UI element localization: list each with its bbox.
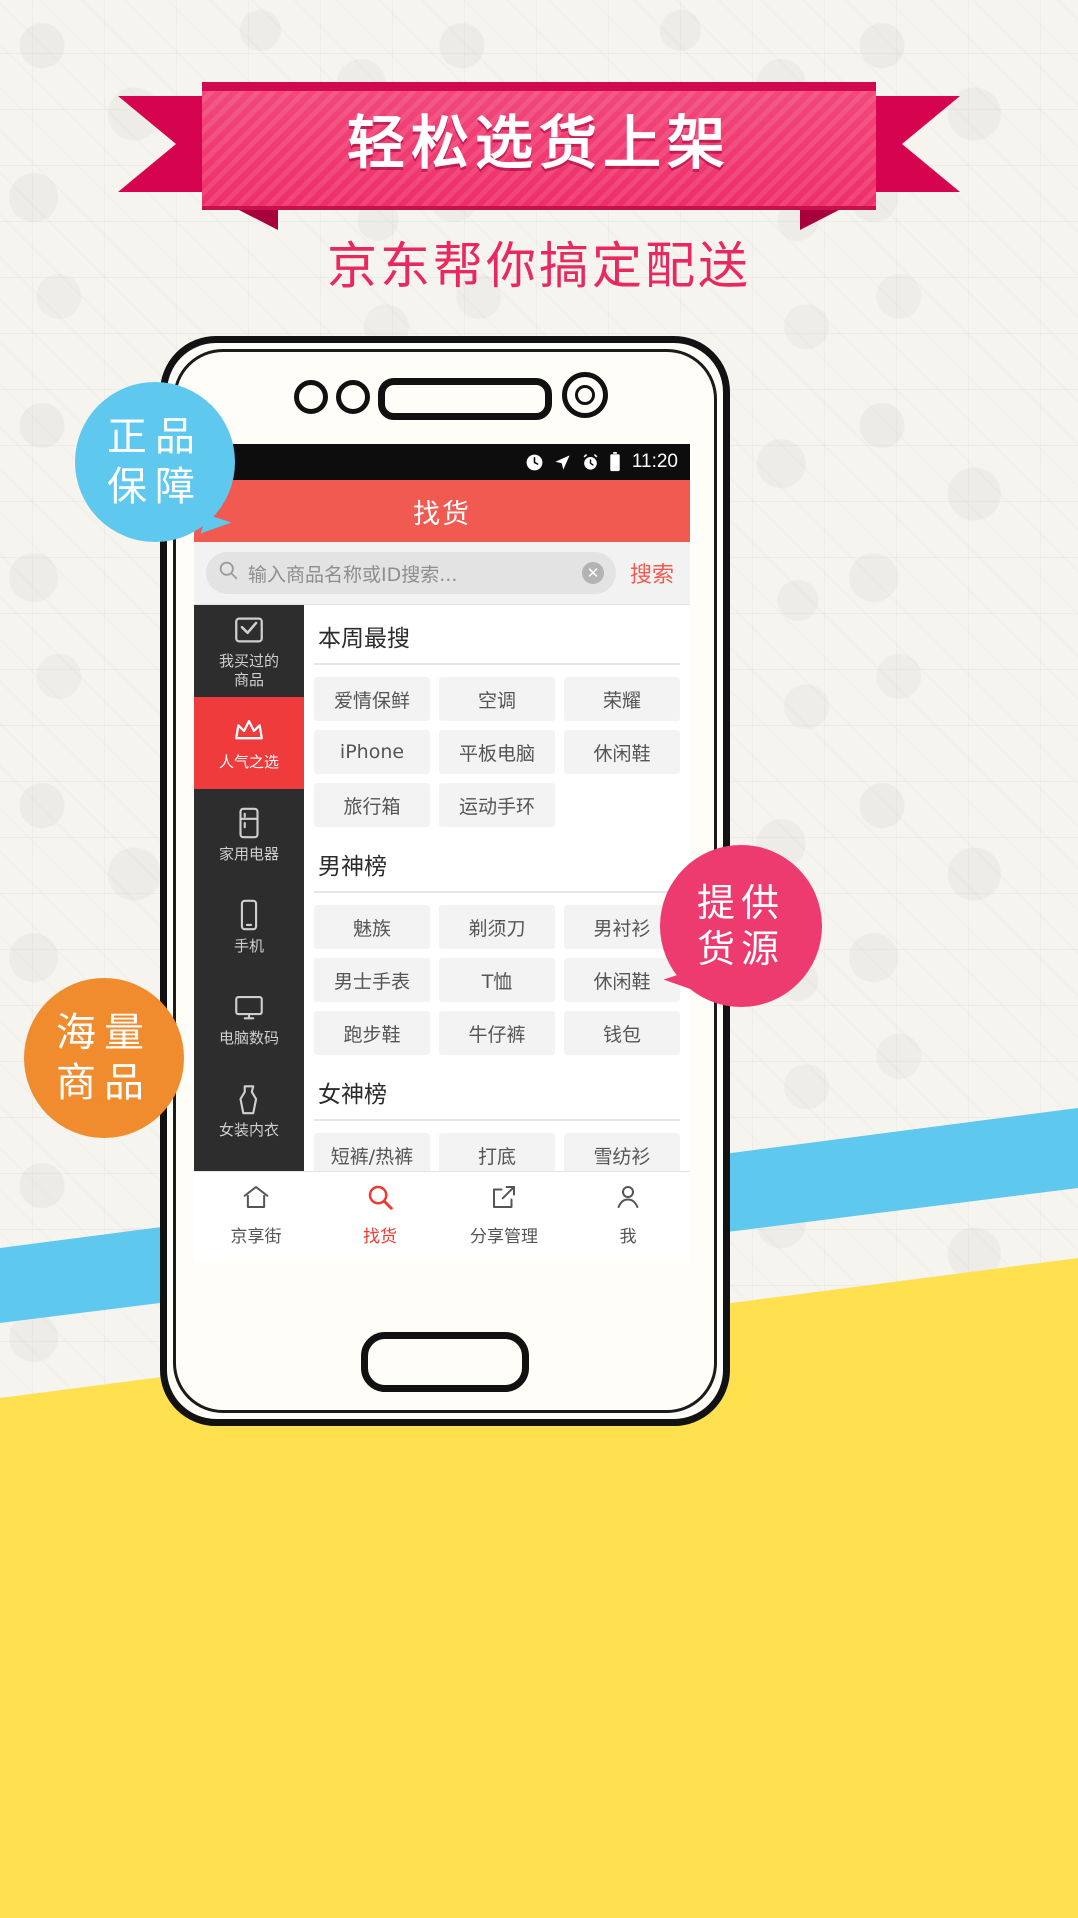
status-bar: 11:20 xyxy=(194,444,690,480)
search-bar: 输入商品名称或ID搜索... ✕ 搜索 xyxy=(194,542,690,605)
app-body: 我买过的 商品 人气之选 家用电器 手机 电脑数码 女装内衣 本周最搜 爱情保鲜… xyxy=(194,605,690,1171)
callout-supply-source: 提供 货源 xyxy=(660,845,822,1007)
chip-grid-men: 魅族 剃须刀 男衬衫 男士手表 T恤 休闲鞋 跑步鞋 牛仔裤 钱包 xyxy=(314,893,680,1061)
chip[interactable]: 休闲鞋 xyxy=(564,730,680,774)
fridge-icon xyxy=(232,806,266,840)
search-icon xyxy=(365,1182,395,1217)
sidebar-item-women-underwear[interactable]: 女装内衣 xyxy=(194,1065,304,1157)
tab-label: 我 xyxy=(619,1226,637,1247)
section-title-women: 女神榜 xyxy=(314,1061,680,1121)
chip[interactable]: iPhone xyxy=(314,730,430,774)
category-content: 本周最搜 爱情保鲜 空调 荣耀 iPhone 平板电脑 休闲鞋 旅行箱 运动手环… xyxy=(304,605,690,1171)
callout-line-1: 正品 xyxy=(107,414,203,460)
chip[interactable]: 荣耀 xyxy=(564,677,680,721)
tab-zhaohuo[interactable]: 找货 xyxy=(318,1172,442,1256)
chip[interactable]: 打底 xyxy=(439,1133,555,1171)
sidebar-item-label: 家用电器 xyxy=(218,845,279,863)
chip-grid-women: 短裤/热裤 打底 雪纺衫 丝袜 单鞋 斜挎包 xyxy=(314,1121,680,1171)
sidebar-item-label: 手机 xyxy=(233,937,264,955)
chip[interactable]: 爱情保鲜 xyxy=(314,677,430,721)
callout-line-1: 海量 xyxy=(56,1010,152,1056)
tab-label: 分享管理 xyxy=(470,1226,538,1247)
sidebar-item-mobile[interactable]: 手机 xyxy=(194,881,304,973)
sidebar-item-computer[interactable]: 电脑数码 xyxy=(194,973,304,1065)
front-camera-icon xyxy=(294,380,328,414)
callout-line-2: 保障 xyxy=(107,464,203,510)
search-placeholder: 输入商品名称或ID搜索... xyxy=(248,563,458,586)
tab-label: 京享街 xyxy=(230,1226,282,1247)
clock-icon xyxy=(525,453,544,472)
section-title-men: 男神榜 xyxy=(314,833,680,893)
ribbon-top-stripe xyxy=(202,82,876,91)
callout-line-2: 商品 xyxy=(56,1060,152,1106)
sidebar-item-label: 人气之选 xyxy=(218,753,279,771)
chip[interactable]: 魅族 xyxy=(314,905,430,949)
chip[interactable]: 剃须刀 xyxy=(439,905,555,949)
chip[interactable]: 运动手环 xyxy=(439,783,555,827)
chip[interactable]: 牛仔裤 xyxy=(439,1011,555,1055)
tab-label: 找货 xyxy=(363,1226,397,1247)
sidebar-item-label: 女装内衣 xyxy=(218,1121,279,1139)
crown-icon xyxy=(232,714,266,748)
tab-jingxiangjie[interactable]: 京享街 xyxy=(194,1172,318,1256)
bottom-tab-bar: 京享街 找货 分享管理 我 xyxy=(194,1171,690,1256)
banner-ribbon: 轻松选货上架 xyxy=(118,82,960,230)
callout-quality-guarantee: 正品 保障 xyxy=(75,382,235,542)
navigation-icon xyxy=(553,453,572,472)
battery-icon xyxy=(609,452,621,472)
earpiece-speaker xyxy=(378,378,552,420)
chip[interactable]: 短裤/热裤 xyxy=(314,1133,430,1171)
tab-me[interactable]: 我 xyxy=(566,1172,690,1256)
chip[interactable]: 平板电脑 xyxy=(439,730,555,774)
chip-grid-weekly: 爱情保鲜 空调 荣耀 iPhone 平板电脑 休闲鞋 旅行箱 运动手环 xyxy=(314,665,680,833)
sidebar-item-label: 我买过的 商品 xyxy=(218,651,279,689)
chip[interactable]: 男士手表 xyxy=(314,958,430,1002)
dress-icon xyxy=(232,1082,266,1116)
section-title-weekly: 本周最搜 xyxy=(314,605,680,665)
chip[interactable]: T恤 xyxy=(439,958,555,1002)
phone-screen: 11:20 找货 输入商品名称或ID搜索... ✕ 搜索 我买过的 商品 人气之… xyxy=(194,444,690,1262)
chip[interactable]: 空调 xyxy=(439,677,555,721)
sidebar-item-label: 电脑数码 xyxy=(218,1029,279,1047)
callout-huge-selection: 海量 商品 xyxy=(24,978,184,1138)
mobile-icon xyxy=(232,898,266,932)
category-sidebar[interactable]: 我买过的 商品 人气之选 家用电器 手机 电脑数码 女装内衣 xyxy=(194,605,304,1171)
proximity-sensor-icon xyxy=(562,372,608,418)
ribbon-plate: 轻松选货上架 xyxy=(202,82,876,206)
alarm-icon xyxy=(581,453,600,472)
tab-share-management[interactable]: 分享管理 xyxy=(442,1172,566,1256)
monitor-icon xyxy=(232,990,266,1024)
status-time: 11:20 xyxy=(631,451,678,472)
page-title: 找货 xyxy=(413,498,471,530)
home-icon xyxy=(241,1182,271,1217)
home-button[interactable] xyxy=(361,1332,529,1392)
person-icon xyxy=(613,1182,643,1217)
sidebar-item-popular[interactable]: 人气之选 xyxy=(194,697,304,789)
search-input[interactable]: 输入商品名称或ID搜索... ✕ xyxy=(206,552,616,594)
chip[interactable]: 雪纺衫 xyxy=(564,1133,680,1171)
clear-icon[interactable]: ✕ xyxy=(581,562,604,584)
checkbox-box-icon xyxy=(232,613,266,647)
sidebar-item-appliances[interactable]: 家用电器 xyxy=(194,789,304,881)
sidebar-item-purchased[interactable]: 我买过的 商品 xyxy=(194,605,304,697)
callout-line-1: 提供 xyxy=(696,881,785,925)
search-icon xyxy=(218,560,239,586)
chip[interactable]: 旅行箱 xyxy=(314,783,430,827)
poster-subtitle: 京东帮你搞定配送 xyxy=(327,237,751,295)
chip[interactable]: 休闲鞋 xyxy=(564,958,680,1002)
chip[interactable]: 跑步鞋 xyxy=(314,1011,430,1055)
search-button[interactable]: 搜索 xyxy=(626,557,678,589)
callout-line-2: 货源 xyxy=(696,927,785,971)
phone-mockup: 11:20 找货 输入商品名称或ID搜索... ✕ 搜索 我买过的 商品 人气之… xyxy=(160,336,730,1426)
banner-title: 轻松选货上架 xyxy=(346,109,731,177)
chip[interactable]: 钱包 xyxy=(564,1011,680,1055)
share-icon xyxy=(489,1182,519,1217)
sensor-dot-icon xyxy=(336,380,370,414)
app-header: 找货 xyxy=(194,480,690,542)
